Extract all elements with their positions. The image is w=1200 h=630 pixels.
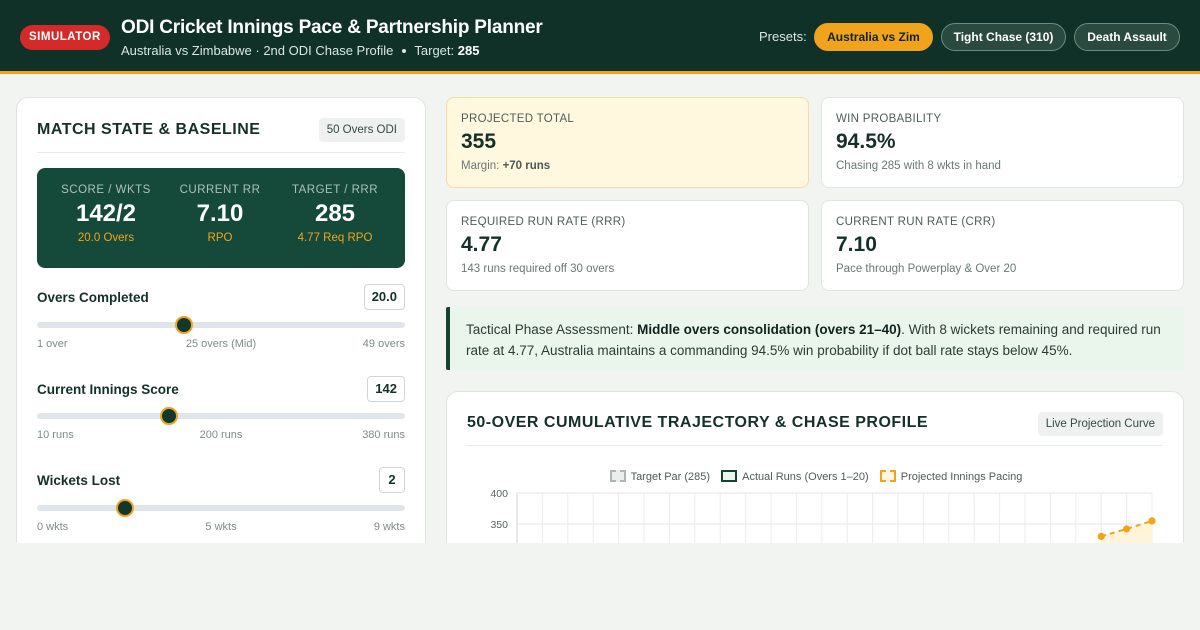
app-header: SIMULATOR ODI Cricket Innings Pace & Par…: [0, 0, 1200, 74]
simulator-badge: SIMULATOR: [20, 25, 110, 50]
preset-tight-chase-button[interactable]: Tight Chase (310): [941, 23, 1066, 51]
assessment-phase: Middle overs consolidation (overs 21–40): [637, 322, 902, 337]
metric-sub: 143 runs required off 30 overs: [461, 263, 615, 275]
wickets-slider-label: Wickets Lost: [37, 473, 121, 488]
score-slider-track[interactable]: [37, 413, 405, 419]
divider: [467, 445, 1163, 446]
wickets-slider-thumb[interactable]: [116, 499, 135, 517]
score-value-field[interactable]: 142: [367, 376, 405, 402]
legend-item-actual-runs[interactable]: Actual Runs (Overs 1–20): [721, 470, 869, 483]
target-label: Target:: [414, 43, 455, 58]
tick-max: 49 overs: [362, 338, 405, 350]
stat-value: 7.10: [196, 200, 244, 227]
stat-foot: 20.0 Overs: [77, 232, 135, 244]
scoreboard-current-rr: CURRENT RR 7.10 RPO: [159, 168, 281, 244]
stat-label: SCORE / WKTS: [61, 184, 151, 196]
stat-label: TARGET / RRR: [291, 184, 379, 196]
y-tick-label: 350: [490, 519, 508, 531]
metric-label: WIN PROBABILITY: [836, 113, 942, 125]
metric-sub: Chasing 285 with 8 wkts in hand: [836, 160, 1001, 172]
tick-min: 1 over: [37, 338, 68, 350]
tick-max: 380 runs: [362, 429, 405, 441]
wickets-value-field[interactable]: 2: [379, 467, 405, 493]
overs-value-field[interactable]: 20.0: [363, 284, 405, 310]
metric-label: REQUIRED RUN RATE (RRR): [461, 216, 626, 228]
metric-label: CURRENT RUN RATE (CRR): [836, 216, 996, 228]
y-tick-label: 400: [490, 488, 508, 500]
app-subtitle: Australia vs Zimbabwe · 2nd ODI Chase Pr…: [121, 43, 479, 58]
projected-swatch-icon: [879, 470, 896, 482]
metric-value: 4.77: [461, 233, 502, 256]
projected-point: [1097, 532, 1105, 540]
projected-point: [1123, 525, 1131, 533]
match-state-panel: MATCH STATE & BASELINE 50 Overs ODI SCOR…: [16, 97, 426, 557]
legend-item-projected[interactable]: Projected Innings Pacing: [879, 470, 1023, 483]
tick-mid: 5 wkts: [205, 521, 237, 533]
metric-value: 7.10: [836, 233, 877, 256]
app-title: ODI Cricket Innings Pace & Partnership P…: [121, 17, 543, 38]
projected-point: [1148, 517, 1156, 525]
assessment-prefix: Tactical Phase Assessment:: [466, 322, 638, 337]
projected-total-card: PROJECTED TOTAL 355 Margin: +70 runs: [446, 97, 809, 188]
tick-min: 0 wkts: [37, 521, 69, 533]
target-par-swatch-icon: [609, 470, 626, 482]
separator-dot-icon: [402, 48, 407, 53]
overs-slider-thumb[interactable]: [175, 316, 194, 334]
legend-label: Target Par (285): [630, 471, 711, 483]
divider: [37, 152, 405, 153]
stat-value: 142/2: [75, 200, 137, 227]
tick-max: 9 wkts: [373, 521, 405, 533]
presets-label: Presets:: [759, 29, 807, 44]
format-tag: 50 Overs ODI: [318, 118, 405, 142]
tick-mid: 200 runs: [199, 429, 243, 441]
legend-label: Actual Runs (Overs 1–20): [742, 471, 869, 483]
metric-value: 94.5%: [836, 130, 896, 153]
chart-tag: Live Projection Curve: [1037, 412, 1163, 436]
required-run-rate-card: REQUIRED RUN RATE (RRR) 4.77 143 runs re…: [446, 200, 809, 291]
stat-value: 285: [314, 200, 356, 227]
win-probability-card: WIN PROBABILITY 94.5% Chasing 285 with 8…: [821, 97, 1184, 188]
margin-value: +70 runs: [502, 160, 551, 172]
metric-value: 355: [461, 130, 497, 153]
chart-title: 50-OVER CUMULATIVE TRAJECTORY & CHASE PR…: [467, 414, 929, 431]
actual-runs-swatch-icon: [721, 470, 738, 482]
metric-label: PROJECTED TOTAL: [461, 113, 575, 125]
target-value: 285: [457, 43, 480, 58]
tick-mid: 25 overs (Mid): [185, 338, 257, 350]
scoreboard-target: TARGET / RRR 285 4.77 Req RPO: [274, 168, 396, 244]
stat-foot: RPO: [207, 232, 233, 244]
page-bottom: [0, 543, 1200, 630]
metric-sub: Margin: +70 runs: [461, 160, 550, 172]
trajectory-chart-card: 50-OVER CUMULATIVE TRAJECTORY & CHASE PR…: [446, 391, 1184, 561]
tactical-assessment: Tactical Phase Assessment: Middle overs …: [446, 307, 1184, 370]
current-run-rate-card: CURRENT RUN RATE (CRR) 7.10 Pace through…: [821, 200, 1184, 291]
score-slider-thumb[interactable]: [160, 407, 179, 425]
scoreboard: SCORE / WKTS 142/2 20.0 Overs CURRENT RR…: [37, 168, 405, 268]
match-subtitle: Australia vs Zimbabwe · 2nd ODI Chase Pr…: [121, 43, 394, 58]
overs-slider-track[interactable]: [37, 322, 405, 328]
legend-item-target-par[interactable]: Target Par (285): [609, 470, 711, 483]
preset-australia-vs-zim-button[interactable]: Australia vs Zim: [814, 23, 933, 51]
stat-foot: 4.77 Req RPO: [297, 232, 373, 244]
margin-label: Margin:: [461, 160, 500, 172]
metric-sub: Pace through Powerplay & Over 20: [836, 263, 1017, 275]
panel-title: MATCH STATE & BASELINE: [37, 121, 261, 138]
wickets-slider-track[interactable]: [37, 505, 405, 511]
overs-slider-label: Overs Completed: [37, 290, 149, 305]
preset-death-assault-button[interactable]: Death Assault: [1074, 23, 1180, 51]
chart-legend: Target Par (285) Actual Runs (Overs 1–20…: [447, 470, 1183, 483]
legend-label: Projected Innings Pacing: [900, 471, 1023, 483]
tick-min: 10 runs: [37, 429, 74, 441]
scoreboard-score: SCORE / WKTS 142/2 20.0 Overs: [45, 168, 167, 244]
stat-label: CURRENT RR: [179, 184, 261, 196]
score-slider-label: Current Innings Score: [37, 382, 179, 397]
